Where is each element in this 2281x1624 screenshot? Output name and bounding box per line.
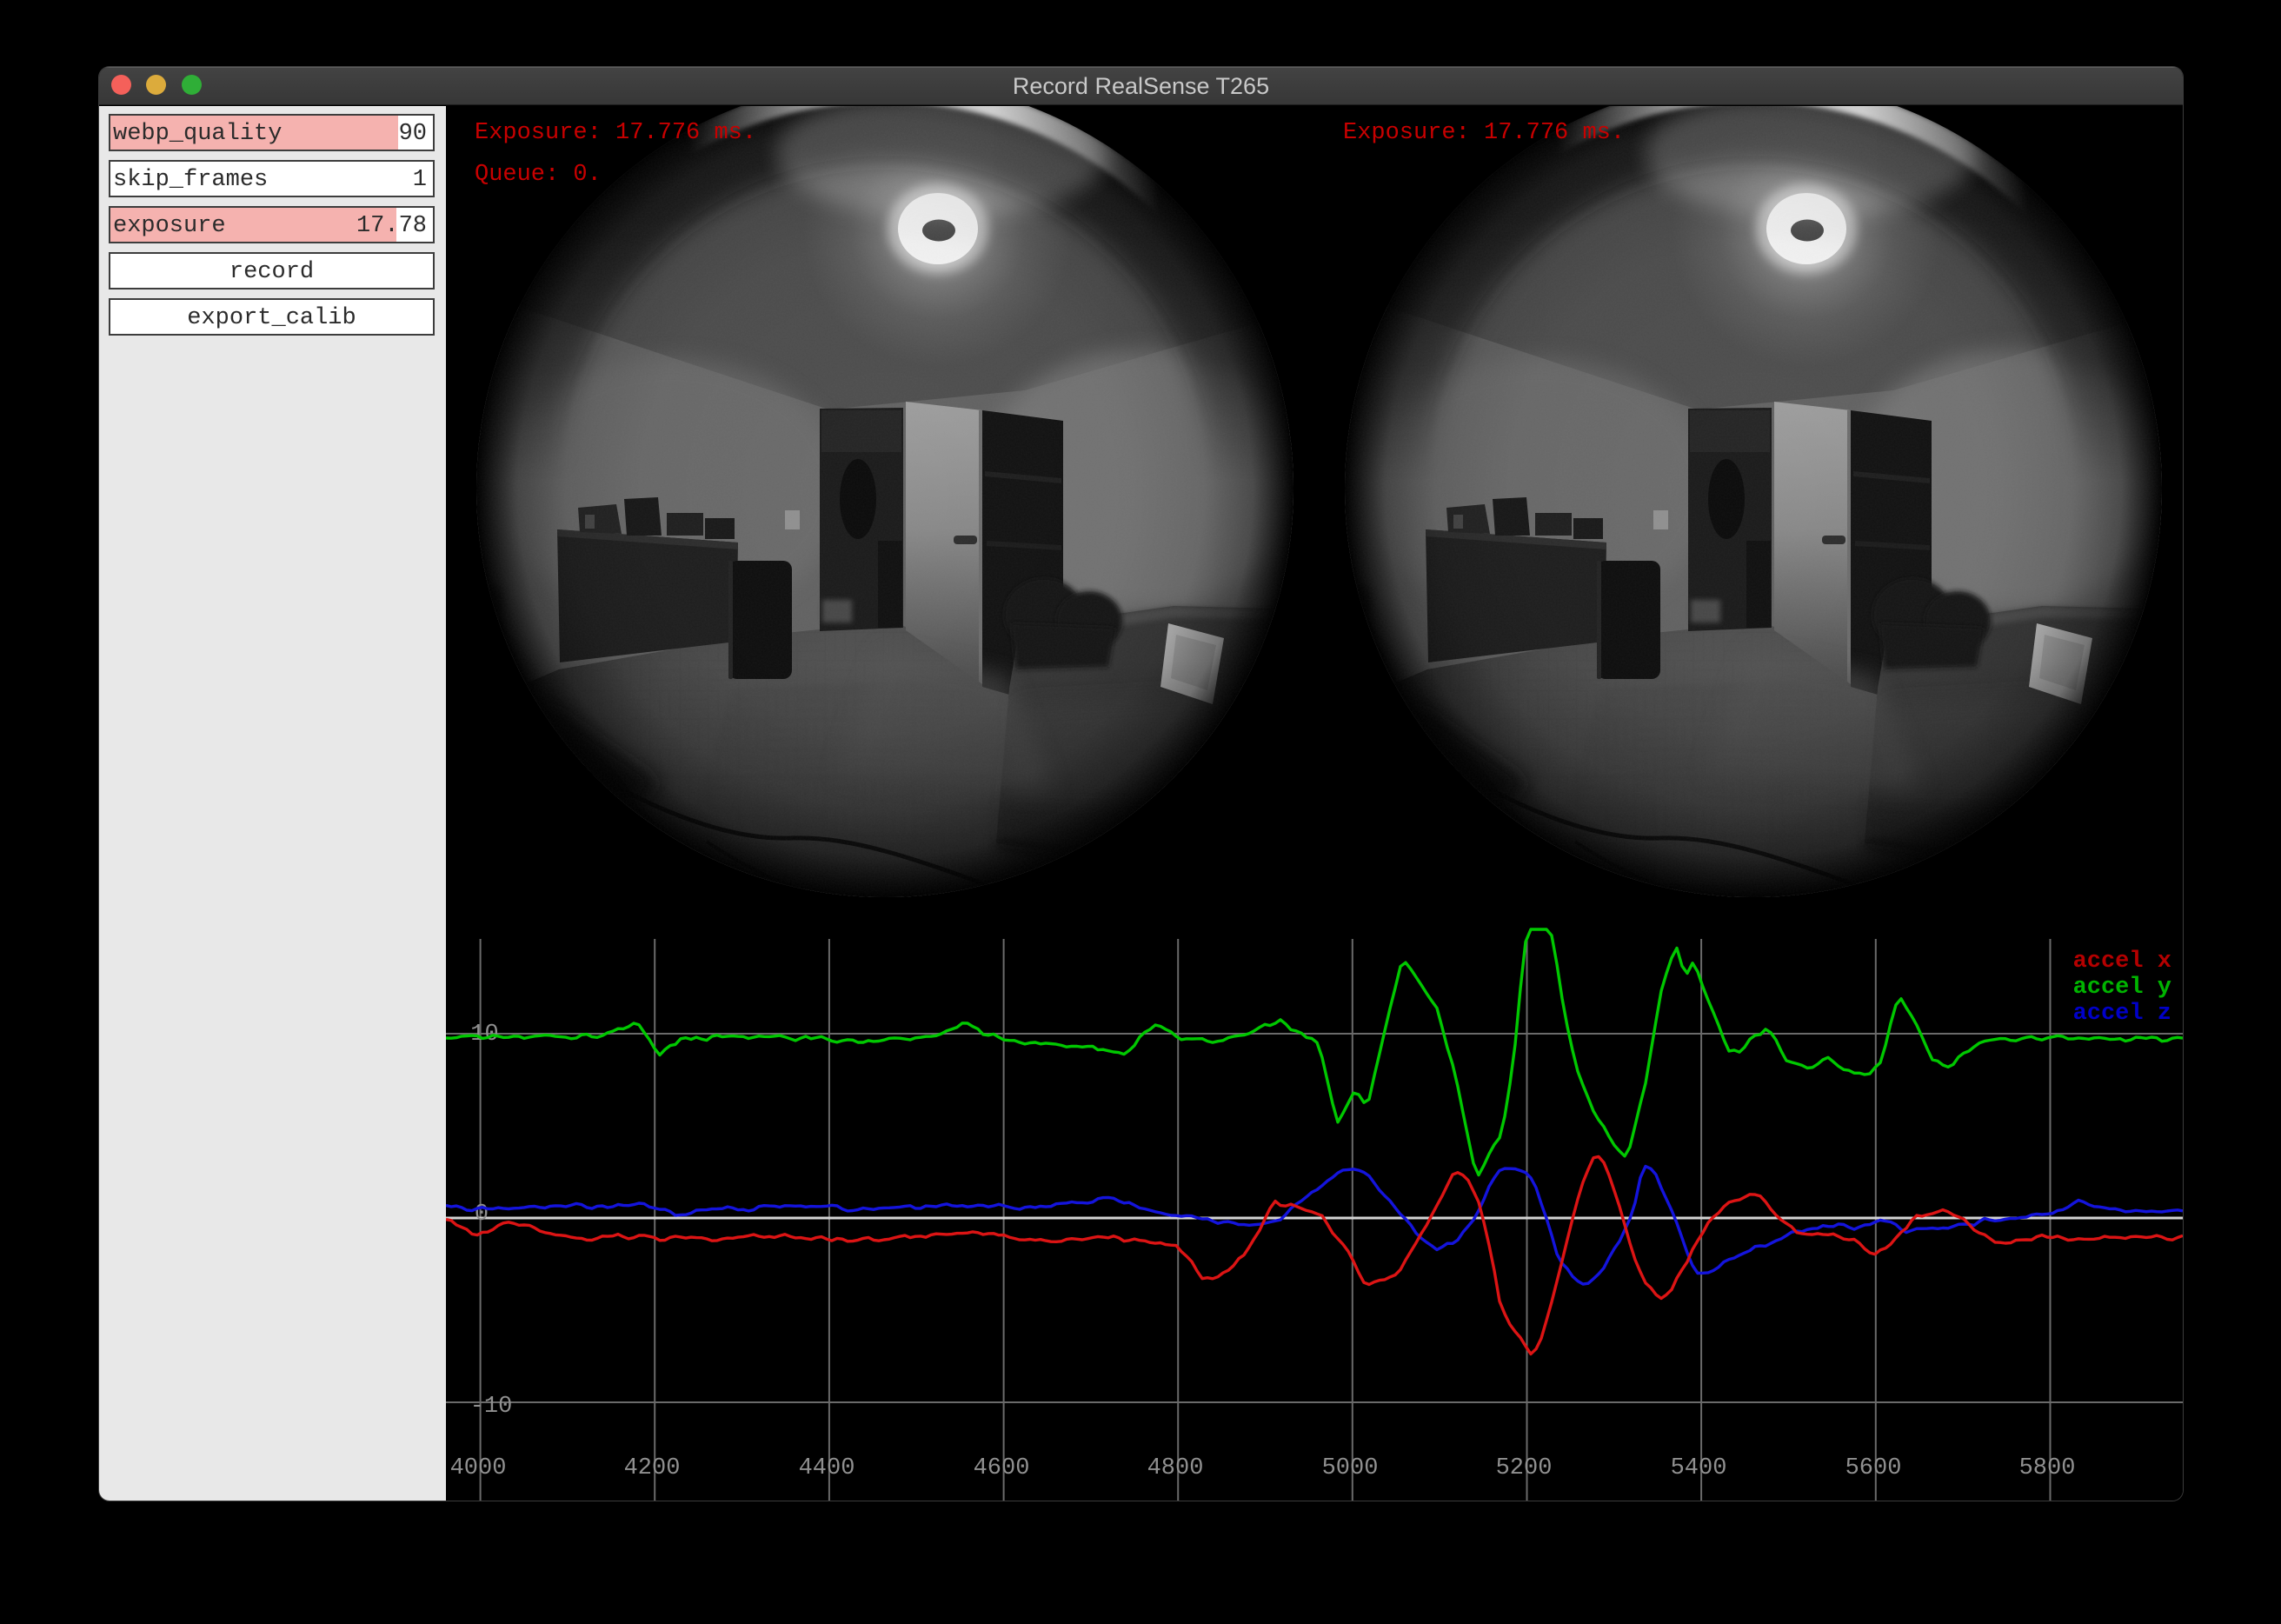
svg-text:accel z: accel z	[2073, 1001, 2171, 1027]
svg-text:5400: 5400	[1671, 1455, 1727, 1481]
svg-text:-10: -10	[470, 1394, 513, 1420]
svg-text:5800: 5800	[2019, 1455, 2076, 1481]
svg-text:4200: 4200	[624, 1455, 681, 1481]
svg-text:5600: 5600	[1845, 1455, 1902, 1481]
svg-text:4000: 4000	[450, 1455, 507, 1481]
svg-text:accel x: accel x	[2073, 948, 2171, 975]
svg-text:Queue: 0.: Queue: 0.	[475, 162, 602, 188]
svg-text:4600: 4600	[974, 1455, 1030, 1481]
svg-text:0: 0	[475, 1201, 489, 1228]
svg-text:accel y: accel y	[2073, 975, 2171, 1001]
svg-text:5200: 5200	[1496, 1455, 1553, 1481]
svg-text:5000: 5000	[1322, 1455, 1379, 1481]
svg-text:Exposure: 17.776 ms.: Exposure: 17.776 ms.	[475, 120, 756, 146]
svg-text:Exposure: 17.776 ms.: Exposure: 17.776 ms.	[1343, 120, 1625, 146]
svg-text:4400: 4400	[799, 1455, 855, 1481]
svg-text:4800: 4800	[1147, 1455, 1204, 1481]
